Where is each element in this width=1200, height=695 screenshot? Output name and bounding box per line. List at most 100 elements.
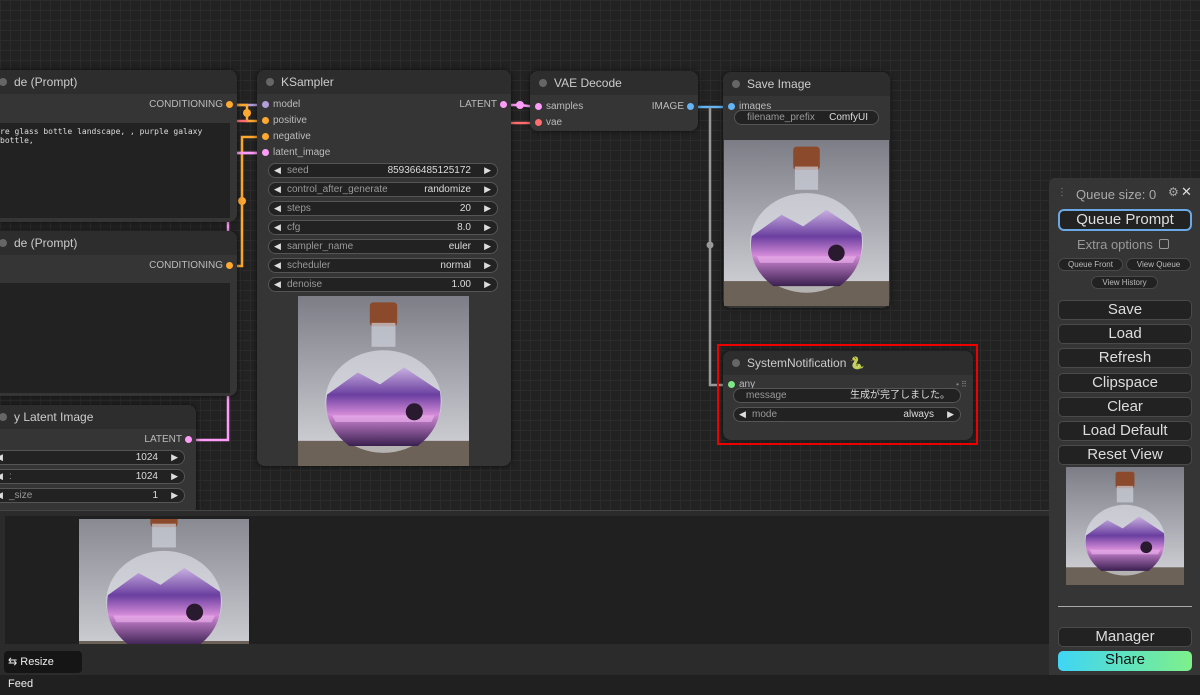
queue-prompt-button[interactable]: Queue Prompt	[1058, 209, 1192, 231]
widget-sampler_name[interactable]: ◀ ▶ sampler_name euler	[268, 239, 498, 254]
save-button[interactable]: Save	[1058, 300, 1192, 320]
node-title[interactable]: de (Prompt)	[0, 70, 237, 94]
input-slot-vae[interactable]: vae	[535, 117, 562, 129]
output-slot-LATENT[interactable]: LATENT	[144, 434, 192, 446]
increment-arrow-icon[interactable]: ▶	[484, 164, 491, 177]
node-title[interactable]: y Latent Image	[0, 405, 196, 429]
increment-arrow-icon[interactable]: ▶	[484, 259, 491, 272]
node-clip1[interactable]: de (Prompt) CONDITIONING re glass bottle l…	[0, 70, 237, 222]
refresh-button[interactable]: Refresh	[1058, 348, 1192, 369]
increment-arrow-icon[interactable]: ▶	[484, 202, 491, 215]
decrement-arrow-icon[interactable]: ◀	[0, 451, 3, 464]
slot-dot[interactable]	[728, 103, 735, 110]
queue-front-button[interactable]: Queue Front	[1058, 258, 1123, 271]
output-slot-LATENT[interactable]: LATENT	[459, 99, 507, 111]
node-title[interactable]: VAE Decode	[530, 71, 698, 95]
output-slot-CONDITIONING[interactable]: CONDITIONING	[149, 260, 233, 272]
widget-cfg[interactable]: ◀ ▶ cfg 8.0	[268, 220, 498, 235]
slot-dot[interactable]	[262, 149, 269, 156]
increment-arrow-icon[interactable]: ▶	[171, 489, 178, 502]
load-button[interactable]: Load	[1058, 324, 1192, 345]
decrement-arrow-icon[interactable]: ◀	[0, 470, 3, 483]
clipspace-button[interactable]: Clipspace	[1058, 372, 1192, 393]
drag-handle-icon[interactable]: ⋮	[1057, 187, 1067, 198]
increment-arrow-icon[interactable]: ▶	[484, 240, 491, 253]
node-title[interactable]: de (Prompt)	[0, 231, 237, 255]
reroute-dot[interactable]	[243, 109, 251, 117]
resize-feed-button[interactable]: ⇆ Resize Feed	[4, 651, 82, 690]
collapse-dot[interactable]	[732, 80, 740, 88]
widget-seed[interactable]: ◀ ▶ seed 859366485125172	[268, 163, 498, 178]
view-history-button[interactable]: View History	[1091, 276, 1158, 289]
slot-dot[interactable]	[226, 262, 233, 269]
decrement-arrow-icon[interactable]: ◀	[0, 489, 3, 502]
decrement-arrow-icon[interactable]: ◀	[274, 259, 281, 272]
slot-dot[interactable]	[262, 117, 269, 124]
resize-icon: ⇆	[8, 656, 21, 668]
node-vae[interactable]: VAE Decode samples vae IMAGE	[530, 71, 698, 131]
output-slot-CONDITIONING[interactable]: CONDITIONING	[149, 99, 233, 111]
increment-arrow-icon[interactable]: ▶	[484, 183, 491, 196]
output-slot-IMAGE[interactable]: IMAGE	[652, 101, 694, 113]
node-title[interactable]: Save Image	[723, 72, 890, 96]
extra-options-checkbox[interactable]	[1159, 239, 1169, 249]
decrement-arrow-icon[interactable]: ◀	[274, 278, 281, 291]
prompt-textarea[interactable]: re glass bottle landscape, , purple gala…	[0, 123, 230, 218]
node-ksampler[interactable]: KSampler model positive negative latent_imag…	[257, 70, 511, 466]
reroute-dot[interactable]	[706, 241, 714, 249]
settings-icon[interactable]: ⚙	[1168, 185, 1179, 199]
widget-filename_prefix[interactable]: filename_prefix ComfyUI	[734, 110, 879, 125]
decrement-arrow-icon[interactable]: ◀	[274, 202, 281, 215]
widget-scheduler[interactable]: ◀ ▶ scheduler normal	[268, 258, 498, 273]
node-graph-canvas[interactable]: de (Prompt) CONDITIONING re glass bottle l…	[0, 0, 1200, 515]
slot-dot[interactable]	[185, 436, 192, 443]
node-save[interactable]: Save Image images filename_prefix ComfyUI	[723, 72, 890, 308]
input-slot-samples[interactable]: samples	[535, 101, 583, 113]
widget-value[interactable]: ◀ ▶ 1024	[0, 450, 185, 465]
reroute-dot[interactable]	[238, 197, 246, 205]
share-button[interactable]: Share	[1058, 651, 1192, 671]
close-icon[interactable]: ✕	[1181, 184, 1192, 200]
increment-arrow-icon[interactable]: ▶	[171, 470, 178, 483]
decrement-arrow-icon[interactable]: ◀	[274, 221, 281, 234]
increment-arrow-icon[interactable]: ▶	[484, 221, 491, 234]
slot-dot[interactable]	[262, 101, 269, 108]
collapse-dot[interactable]	[0, 78, 7, 86]
slot-dot[interactable]	[535, 119, 542, 126]
widget-denoise[interactable]: ◀ ▶ denoise 1.00	[268, 277, 498, 292]
input-slot-latent_image[interactable]: latent_image	[262, 147, 330, 159]
collapse-dot[interactable]	[0, 413, 7, 421]
decrement-arrow-icon[interactable]: ◀	[274, 183, 281, 196]
slot-dot[interactable]	[262, 133, 269, 140]
input-slot-model[interactable]: model	[262, 99, 300, 111]
feed-image[interactable]	[79, 519, 249, 644]
collapse-dot[interactable]	[266, 78, 274, 86]
slot-dot[interactable]	[500, 101, 507, 108]
view-queue-button[interactable]: View Queue	[1126, 258, 1191, 271]
node-clip2[interactable]: de (Prompt) CONDITIONING	[0, 231, 237, 396]
node-latent[interactable]: y Latent Image LATENT ◀ ▶ 1024 ◀ ▶: 1024 ◀ ▶ _size…	[0, 405, 196, 515]
decrement-arrow-icon[interactable]: ◀	[274, 240, 281, 253]
input-slot-negative[interactable]: negative	[262, 131, 311, 143]
widget-control_after_generate[interactable]: ◀ ▶ control_after_generate randomize	[268, 182, 498, 197]
slot-dot[interactable]	[687, 103, 694, 110]
increment-arrow-icon[interactable]: ▶	[171, 451, 178, 464]
slot-dot[interactable]	[226, 101, 233, 108]
widget-steps[interactable]: ◀ ▶ steps 20	[268, 201, 498, 216]
collapse-dot[interactable]	[539, 79, 547, 87]
clear-button[interactable]: Clear	[1058, 396, 1192, 417]
collapse-dot[interactable]	[0, 239, 7, 247]
widget-value[interactable]: ◀ ▶: 1024	[0, 469, 185, 484]
prompt-textarea[interactable]	[0, 283, 230, 393]
load-default-button[interactable]: Load Default	[1058, 421, 1192, 441]
reset-view-button[interactable]: Reset View	[1058, 445, 1192, 466]
increment-arrow-icon[interactable]: ▶	[484, 278, 491, 291]
widget-value: 859366485125172	[387, 165, 471, 176]
node-title[interactable]: KSampler	[257, 70, 511, 94]
slot-dot[interactable]	[535, 103, 542, 110]
input-slot-positive[interactable]: positive	[262, 115, 307, 127]
manager-button[interactable]: Manager	[1058, 627, 1192, 647]
reroute-dot[interactable]	[516, 101, 524, 109]
decrement-arrow-icon[interactable]: ◀	[274, 164, 281, 177]
widget-_size[interactable]: ◀ ▶ _size 1	[0, 488, 185, 503]
